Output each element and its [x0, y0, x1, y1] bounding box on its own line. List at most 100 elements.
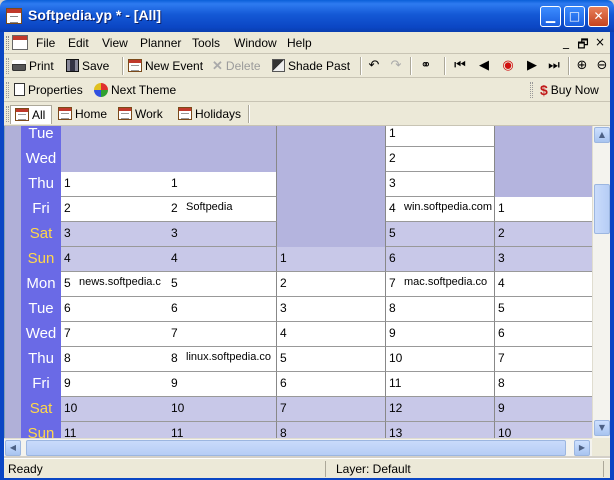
vertical-scrollbar[interactable]: ▲ ▼: [592, 126, 610, 438]
toolbar-grip[interactable]: [6, 82, 9, 98]
event-label[interactable]: Softpedia: [186, 201, 232, 213]
event-label[interactable]: mac.softpedia.co: [404, 276, 487, 288]
buy-now-button[interactable]: $ Buy Now: [540, 81, 599, 99]
day-cell[interactable]: 2 Softpedia: [168, 197, 277, 222]
day-cell[interactable]: 1: [386, 126, 495, 147]
day-cell[interactable]: 6: [168, 297, 277, 322]
day-cell[interactable]: 11: [386, 372, 495, 397]
day-cell[interactable]: 7: [61, 322, 169, 347]
day-cell[interactable]: 6: [386, 247, 495, 272]
menu-help[interactable]: Help: [287, 36, 312, 50]
redo-icon[interactable]: ↷: [388, 57, 404, 75]
menu-grip[interactable]: [6, 36, 9, 50]
day-cell[interactable]: 8: [386, 297, 495, 322]
horizontal-scroll-thumb[interactable]: [26, 440, 566, 456]
day-cell[interactable]: 4: [495, 272, 592, 297]
day-cell[interactable]: 4: [168, 247, 277, 272]
day-cell[interactable]: 10: [386, 347, 495, 372]
mdi-restore-button[interactable]: 🗗: [576, 35, 590, 56]
toolbar-grip[interactable]: [530, 82, 533, 98]
day-cell[interactable]: 9: [495, 397, 592, 422]
day-cell[interactable]: 5: [277, 347, 386, 372]
day-cell[interactable]: 10: [61, 397, 169, 422]
day-cell[interactable]: 3: [495, 247, 592, 272]
maximize-button[interactable]: □: [564, 6, 585, 27]
tabbar-grip[interactable]: [6, 106, 9, 122]
day-cell[interactable]: 6: [277, 372, 386, 397]
event-label[interactable]: news.softpedia.c: [79, 276, 161, 288]
shade-past-button[interactable]: Shade Past: [272, 57, 350, 75]
day-cell[interactable]: 9: [386, 322, 495, 347]
day-cell[interactable]: 4 win.softpedia.com: [386, 197, 495, 222]
day-cell[interactable]: 5: [168, 272, 277, 297]
day-cell[interactable]: 5: [495, 297, 592, 322]
day-cell[interactable]: 9: [61, 372, 169, 397]
zoom-out-icon[interactable]: ⊖: [594, 57, 610, 75]
save-button[interactable]: Save: [66, 57, 109, 75]
day-cell[interactable]: 8: [61, 347, 169, 372]
day-cell[interactable]: 2: [61, 197, 169, 222]
previous-icon[interactable]: ◀: [476, 57, 492, 75]
day-cell[interactable]: 1: [277, 247, 386, 272]
tab-all[interactable]: All: [10, 105, 53, 124]
day-cell[interactable]: 12: [386, 397, 495, 422]
zoom-in-icon[interactable]: ⊕: [574, 57, 590, 75]
day-cell[interactable]: 1: [495, 197, 592, 222]
day-cell[interactable]: 10: [495, 422, 592, 438]
delete-button[interactable]: ✕ Delete: [212, 57, 261, 75]
tab-holidays[interactable]: Holidays: [174, 105, 247, 124]
binoculars-find-icon[interactable]: ⚭: [418, 57, 434, 75]
mdi-close-button[interactable]: ×: [593, 35, 607, 49]
day-cell[interactable]: 8: [495, 372, 592, 397]
properties-button[interactable]: Properties: [14, 81, 83, 99]
day-cell[interactable]: 8 linux.softpedia.co: [168, 347, 277, 372]
vertical-scroll-thumb[interactable]: [594, 184, 610, 234]
day-cell[interactable]: 9: [168, 372, 277, 397]
day-cell[interactable]: 11: [61, 422, 169, 438]
day-cell[interactable]: 6: [61, 297, 169, 322]
horizontal-scrollbar[interactable]: ◀ ▶: [4, 438, 592, 456]
day-cell[interactable]: 1: [168, 172, 277, 197]
day-cell[interactable]: 5: [386, 222, 495, 247]
print-button[interactable]: Print: [12, 57, 54, 75]
day-cell[interactable]: 7: [168, 322, 277, 347]
next-icon[interactable]: ▶: [524, 57, 540, 75]
day-cell[interactable]: 11: [168, 422, 277, 438]
day-cell[interactable]: 4: [277, 322, 386, 347]
scroll-left-arrow-icon[interactable]: ◀: [5, 440, 21, 456]
day-cell[interactable]: 3: [61, 222, 169, 247]
day-cell[interactable]: 2: [495, 222, 592, 247]
day-cell[interactable]: 1: [61, 172, 169, 197]
event-label[interactable]: linux.softpedia.co: [186, 351, 271, 363]
day-cell[interactable]: 7: [277, 397, 386, 422]
first-page-icon[interactable]: ⏮: [452, 57, 468, 75]
day-cell[interactable]: 10: [168, 397, 277, 422]
day-cell[interactable]: 6: [495, 322, 592, 347]
next-theme-button[interactable]: Next Theme: [94, 81, 176, 99]
day-cell[interactable]: 13: [386, 422, 495, 438]
app-calendar-icon[interactable]: [6, 8, 22, 24]
day-cell[interactable]: 8: [277, 422, 386, 438]
menu-planner[interactable]: Planner: [140, 36, 181, 50]
scroll-right-arrow-icon[interactable]: ▶: [574, 440, 590, 456]
day-cell[interactable]: 3: [386, 172, 495, 197]
tab-work[interactable]: Work: [114, 105, 169, 124]
today-icon[interactable]: ◉: [500, 57, 516, 75]
event-label[interactable]: win.softpedia.com: [404, 201, 492, 213]
day-cell[interactable]: 7: [495, 347, 592, 372]
menu-view[interactable]: View: [102, 36, 128, 50]
day-cell[interactable]: 3: [277, 297, 386, 322]
day-cell[interactable]: 4: [61, 247, 169, 272]
last-page-icon[interactable]: ⏭: [546, 57, 562, 75]
day-cell[interactable]: 7 mac.softpedia.co: [386, 272, 495, 297]
title-bar[interactable]: Softpedia.yp * - [All] ▁ □ ✕: [0, 0, 614, 32]
toolbar-grip[interactable]: [6, 58, 9, 74]
scroll-up-arrow-icon[interactable]: ▲: [594, 127, 610, 143]
new-event-button[interactable]: New Event: [128, 57, 203, 75]
day-cell[interactable]: 2: [277, 272, 386, 297]
day-cell[interactable]: 2: [386, 147, 495, 172]
menu-tools[interactable]: Tools: [192, 36, 220, 50]
menu-file[interactable]: File: [36, 36, 55, 50]
close-button[interactable]: ✕: [588, 6, 609, 27]
minimize-button[interactable]: ▁: [540, 6, 561, 27]
